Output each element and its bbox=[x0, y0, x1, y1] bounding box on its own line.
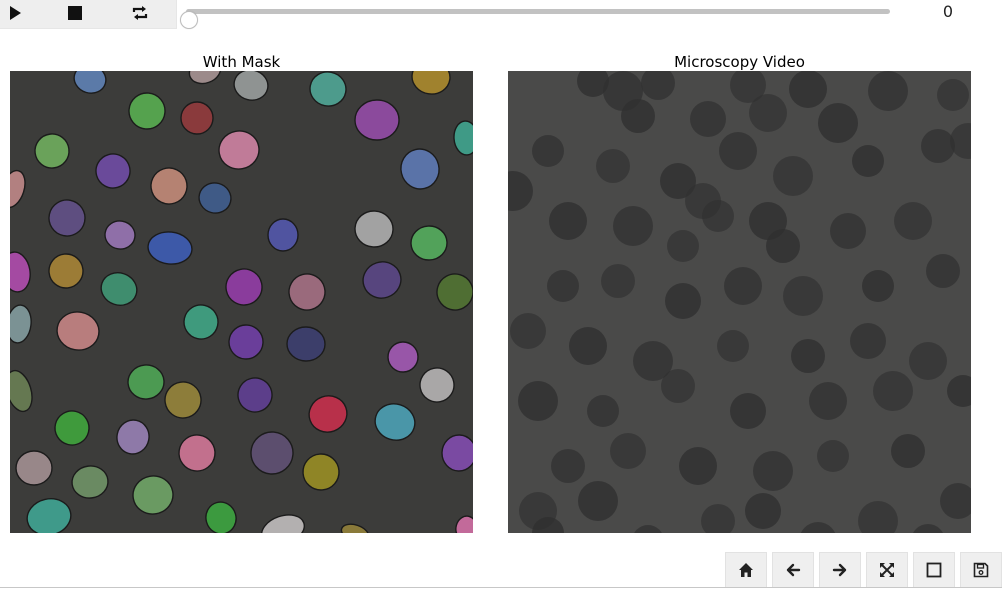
frame-slider[interactable] bbox=[180, 9, 890, 29]
cell-mask-region bbox=[15, 450, 53, 486]
cell-mask-region bbox=[354, 99, 400, 141]
forward-button[interactable] bbox=[819, 552, 861, 587]
zoom-rectangle-icon bbox=[926, 562, 942, 578]
microscopy-panel-title: Microscopy Video bbox=[674, 53, 805, 71]
frame-slider-handle[interactable] bbox=[180, 11, 198, 29]
save-icon bbox=[973, 562, 989, 578]
animation-widget: 0 With Mask Microscopy Video bbox=[0, 0, 1002, 589]
home-button[interactable] bbox=[725, 552, 767, 587]
save-button[interactable] bbox=[960, 552, 1002, 587]
home-icon bbox=[739, 563, 753, 577]
play-icon bbox=[10, 6, 21, 20]
loop-button[interactable] bbox=[120, 0, 160, 26]
back-arrow-icon bbox=[786, 563, 801, 577]
cell-mask-region bbox=[286, 326, 326, 362]
mask-overlay-image bbox=[10, 71, 473, 533]
microscopy-video-frame bbox=[508, 71, 971, 533]
player-controls bbox=[0, 0, 177, 29]
back-button[interactable] bbox=[772, 552, 814, 587]
repeat-icon bbox=[132, 6, 148, 20]
forward-arrow-icon bbox=[832, 563, 847, 577]
stop-button[interactable] bbox=[56, 0, 94, 26]
pan-move-icon bbox=[880, 563, 894, 577]
pan-button[interactable] bbox=[866, 552, 908, 587]
cell-mask-region bbox=[267, 218, 299, 252]
toolbar-divider bbox=[0, 587, 1002, 588]
cell-mask-region bbox=[180, 101, 214, 135]
zoom-button[interactable] bbox=[913, 552, 955, 587]
stop-icon bbox=[68, 6, 82, 20]
frame-number: 0 bbox=[942, 2, 954, 21]
mask-panel-title: With Mask bbox=[202, 53, 281, 71]
cell-mask-region bbox=[387, 341, 419, 373]
play-button[interactable] bbox=[0, 0, 30, 26]
